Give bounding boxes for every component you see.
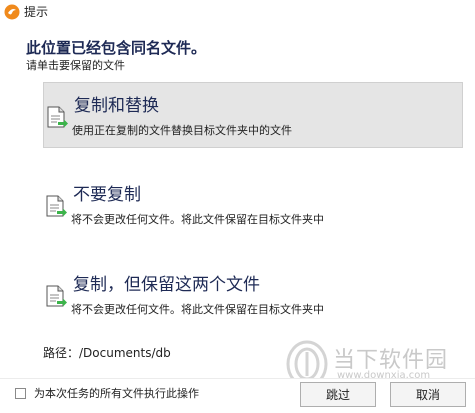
- file-arrow-icon: [47, 106, 68, 128]
- dialog-subheading: 请单击要保留的文件: [26, 59, 125, 72]
- destination-path: 路径：/Documents/db: [43, 346, 171, 360]
- cancel-button[interactable]: 取消: [390, 382, 466, 407]
- option-description: 将不会更改任何文件。将此文件保留在目标文件夹中: [71, 213, 324, 226]
- window-title: 提示: [24, 5, 49, 19]
- option-description: 使用正在复制的文件替换目标文件夹中的文件: [72, 124, 292, 137]
- apply-to-all-label[interactable]: 为本次任务的所有文件执行此操作: [34, 385, 199, 401]
- option-description: 将不会更改任何文件。将此文件保留在目标文件夹中: [71, 303, 324, 316]
- option-title: 复制，但保留这两个文件: [73, 275, 260, 295]
- option-copy-keep-both[interactable]: 复制，但保留这两个文件 将不会更改任何文件。将此文件保留在目标文件夹中: [43, 262, 463, 328]
- option-title: 不要复制: [73, 185, 141, 205]
- option-do-not-copy[interactable]: 不要复制 将不会更改任何文件。将此文件保留在目标文件夹中: [43, 172, 463, 238]
- app-logo-icon: [4, 4, 20, 20]
- dialog-footer: 为本次任务的所有文件执行此操作 跳过 取消: [0, 378, 475, 413]
- skip-button[interactable]: 跳过: [300, 382, 376, 407]
- title-bar: 提示: [0, 0, 475, 24]
- dialog-heading: 此位置已经包含同名文件。: [26, 39, 207, 57]
- file-arrow-icon: [46, 285, 67, 307]
- option-title: 复制和替换: [74, 96, 159, 116]
- option-copy-and-replace[interactable]: 复制和替换 使用正在复制的文件替换目标文件夹中的文件: [43, 82, 463, 148]
- apply-to-all-checkbox[interactable]: [15, 388, 26, 399]
- file-arrow-icon: [46, 195, 67, 217]
- watermark-text: 当下软件园: [333, 348, 449, 373]
